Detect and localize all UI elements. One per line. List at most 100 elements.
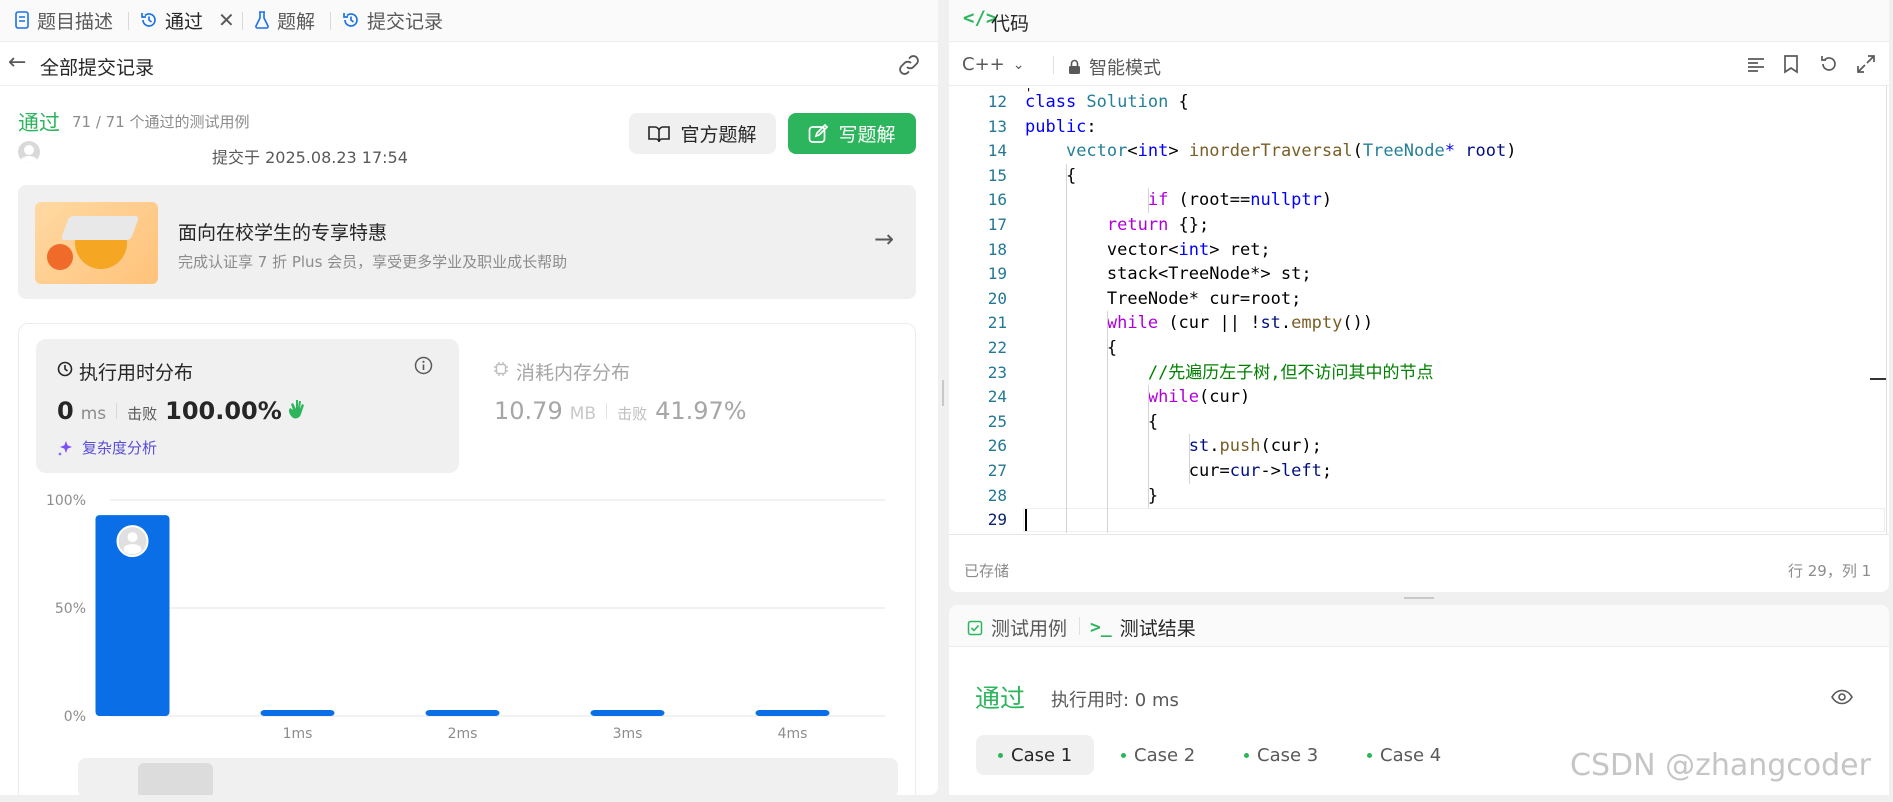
tab-testcases[interactable]: 测试用例 [967,614,1067,641]
line-number: 19 [987,264,1007,284]
editor-title: 代码 [991,13,1030,35]
runtime-value: 0 [57,397,74,425]
cursor-position: 行 29，列 1 [1788,562,1872,580]
line-number: 16 [987,190,1007,210]
complexity-analysis-link[interactable]: 复杂度分析 [57,437,157,458]
memory-beats-value: 41.97% [655,397,747,425]
case-tab-1[interactable]: Case 1 [976,735,1095,775]
runtime-distribution-chart: 0% 50% 100% 1ms 2ms 3ms 4ms [46,493,885,742]
code-line: 26 st.push(cur); [949,434,1889,459]
y-tick-label: 0% [64,709,86,725]
line-number: 21 [987,313,1007,333]
code-text: while (cur || !st.empty()) [1106,313,1374,334]
runtime-beats-value: 100.00% [165,397,282,425]
sparkle-icon [58,440,72,456]
submitted-time: 提交于 2025.08.23 17:54 [212,148,408,167]
avatar[interactable] [18,141,40,163]
saved-status: 已存储 [964,562,1010,580]
code-line: 15 { [949,164,1889,189]
link-icon[interactable] [897,54,921,76]
expand-icon[interactable] [1856,54,1876,74]
code-text: //先遍历左子树,但不访问其中的节点 [1147,362,1434,383]
format-icon[interactable] [1746,56,1766,74]
line-number: 23 [987,362,1007,382]
code-line: 25 { [949,410,1889,435]
promo-subtitle: 完成认证享 7 折 Plus 会员，享受更多学业及职业成长帮助 [178,253,568,271]
reset-icon[interactable] [1819,54,1839,74]
language-label: C++ [962,54,1005,75]
tab-solutions[interactable]: 题解 [254,0,315,40]
back-label[interactable]: 全部提交记录 [40,53,154,80]
chip-icon [494,362,508,376]
official-solution-label: 官方题解 [680,124,757,146]
case-tab-3[interactable]: Case 3 [1222,735,1340,775]
line-number: 29 [987,510,1007,530]
code-line: 22 { [949,336,1889,361]
runtime-beats-label: 击败 [127,405,158,423]
test-tab-bar: 测试用例 >_ 测试结果 [949,605,1889,647]
code-line: 21 while (cur || !st.empty()) [949,311,1889,336]
case-label: Case 2 [1134,744,1196,766]
close-icon[interactable]: ✕ [218,8,235,32]
x-tick-label: 3ms [613,726,643,742]
info-icon[interactable] [414,356,433,375]
tab-description[interactable]: 题目描述 [14,0,113,40]
terminal-icon: >_ [1090,617,1112,638]
code-text: stack<TreeNode*> st; [1025,264,1312,285]
complexity-analysis-label: 复杂度分析 [82,439,158,457]
x-tick-label: 2ms [448,726,478,742]
official-solution-button[interactable]: 官方题解 [629,113,776,154]
tab-accepted[interactable]: 通过 ✕ [140,0,235,40]
back-row: ← 全部提交记录 [0,44,938,86]
test-runtime: 执行用时: 0 ms [1051,690,1179,711]
tab-testresult-label: 测试结果 [1119,618,1196,640]
lock-icon [1069,59,1080,74]
indent-guide [1148,188,1149,213]
line-number: 20 [987,288,1007,308]
case-tab-4[interactable]: Case 4 [1345,735,1463,775]
line-number: 26 [987,436,1007,456]
runtime-card[interactable]: 执行用时分布 0 ms 击败 100.00% 复杂度分析 [36,339,459,473]
code-editor[interactable]: ' 12 class Solution {13 public: 14 vector<i… [949,86,1889,534]
test-status: 通过 [975,684,1026,713]
edit-icon [809,123,829,143]
line-number: 13 [987,116,1007,136]
code-text: vector<int> inorderTraversal(TreeNode* r… [1065,141,1517,162]
line-number: 28 [987,485,1007,505]
indent-guide [1148,385,1149,509]
code-text: while(cur) [1147,387,1251,408]
case-label: Case 1 [1011,744,1073,766]
back-arrow-icon[interactable]: ← [8,50,26,75]
vertical-splitter[interactable] [942,380,944,406]
line-number: 27 [987,461,1007,480]
cases-passed-text: 71 / 71 个通过的测试用例 [72,113,250,131]
smart-mode-toggle[interactable]: 智能模式 [1068,54,1161,80]
bar [590,710,665,716]
result-status: 通过 [18,111,60,135]
code-line: 20 TreeNode* cur=root; [949,287,1889,312]
write-solution-label: 写题解 [838,124,896,146]
tab-accepted-label: 通过 [165,10,204,33]
code-text: public: [1025,116,1097,137]
write-solution-button[interactable]: 写题解 [788,113,916,154]
code-text: cur=cur->left; [1025,461,1333,481]
case-label: Case 3 [1257,744,1319,766]
clap-icon [288,400,304,419]
indent-guide [1107,311,1108,533]
language-select[interactable]: C++ ⌄ [962,54,1024,75]
runtime-unit: ms [80,404,107,424]
memory-card[interactable]: 消耗内存分布 10.79 MB 击败 41.97% [476,339,899,473]
bookmark-icon[interactable] [1783,54,1799,74]
case-tab-2[interactable]: Case 2 [1099,735,1217,775]
tab-submissions[interactable]: 提交记录 [342,0,443,40]
arrow-right-icon[interactable]: → [874,225,894,253]
eye-icon[interactable] [1831,689,1853,705]
code-line: 16 if (root==nullptr) [949,188,1889,213]
code-text: } [1025,485,1159,506]
horizontal-splitter[interactable] [1404,597,1434,599]
memory-beats-label: 击败 [617,405,648,423]
code-line: 18 vector<int> ret; [949,238,1889,263]
y-tick-label: 100% [46,493,86,509]
tab-testresult[interactable]: >_ 测试结果 [1090,614,1196,641]
promo-banner[interactable]: 面向在校学生的专享特惠 完成认证享 7 折 Plus 会员，享受更多学业及职业成… [18,185,916,299]
